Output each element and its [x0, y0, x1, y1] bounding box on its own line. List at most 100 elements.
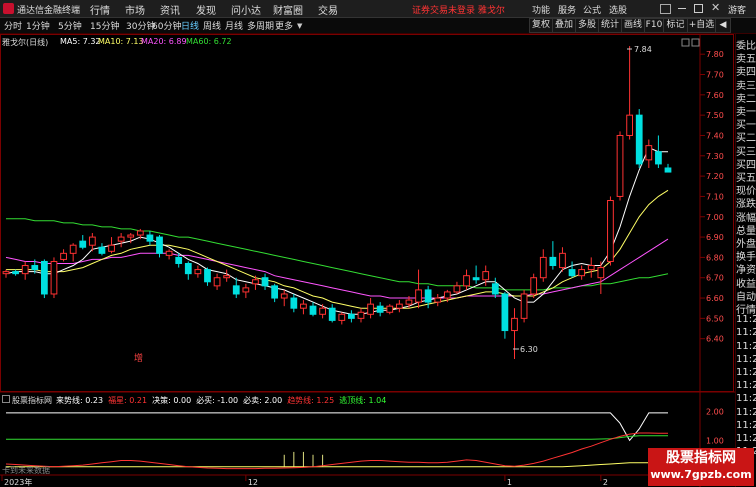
candlestick[interactable]	[242, 283, 250, 299]
candlestick[interactable]	[463, 269, 470, 290]
candlestick[interactable]	[232, 277, 240, 299]
candlestick[interactable]	[50, 257, 58, 299]
candlestick[interactable]	[290, 293, 298, 313]
candlestick[interactable]	[213, 273, 221, 290]
candlestick[interactable]	[12, 269, 19, 276]
menu-service[interactable]: 服务	[558, 3, 576, 16]
candlestick[interactable]	[40, 259, 48, 299]
side-panel-item[interactable]: 11:2	[736, 327, 756, 338]
candlestick[interactable]	[501, 291, 509, 339]
menu-formula[interactable]: 公式	[583, 3, 601, 16]
maximize-icon[interactable]	[694, 4, 703, 13]
candlestick[interactable]	[280, 289, 288, 307]
candlestick[interactable]	[319, 304, 326, 319]
candlestick[interactable]	[559, 247, 566, 272]
candlestick[interactable]	[338, 312, 346, 325]
minimize-icon[interactable]	[678, 8, 686, 9]
candlestick[interactable]	[587, 257, 595, 278]
candlestick[interactable]	[664, 163, 672, 173]
candlestick[interactable]	[309, 302, 317, 317]
menu-news[interactable]: 资讯	[160, 2, 180, 17]
close-icon[interactable]: ✕	[711, 1, 720, 14]
overlay-button[interactable]: 叠加	[552, 18, 576, 33]
candlestick[interactable]	[2, 269, 10, 278]
period-monthly[interactable]: 月线	[225, 19, 243, 32]
candlestick[interactable]	[184, 261, 192, 280]
kline-chart[interactable]: 7.80 7.70 7.60 7.50 7.40 7.30 7.20 7.10 7.00 6.90…	[0, 34, 735, 487]
candlestick[interactable]	[261, 273, 269, 290]
candlestick[interactable]	[69, 243, 77, 262]
add-watchlist-button[interactable]: +自选	[687, 18, 716, 33]
candlestick[interactable]	[357, 308, 365, 323]
indicator-name[interactable]: 股票指标网	[12, 396, 52, 405]
candlestick[interactable]	[108, 237, 115, 254]
layout-icon[interactable]	[660, 4, 671, 14]
candlestick[interactable]	[348, 310, 355, 323]
candlestick[interactable]	[635, 109, 643, 168]
f10-button[interactable]: F10	[644, 18, 664, 33]
candlestick[interactable]	[271, 283, 279, 303]
side-panel-item[interactable]: 11:2	[736, 354, 756, 365]
side-panel-item[interactable]: 11:2	[736, 420, 756, 431]
collapse-arrow-icon[interactable]: ◀	[715, 18, 731, 33]
candlestick[interactable]	[616, 131, 624, 201]
candlestick[interactable]	[300, 300, 307, 315]
side-panel-item[interactable]: 11:2	[736, 314, 756, 325]
candlestick[interactable]	[60, 249, 67, 262]
candlestick[interactable]	[146, 230, 154, 246]
indicator-settings-icon[interactable]	[2, 395, 10, 403]
candlestick[interactable]	[367, 298, 374, 319]
candlestick[interactable]	[453, 281, 461, 294]
candlestick[interactable]	[549, 241, 557, 270]
side-panel-item[interactable]: 11:2	[736, 341, 756, 352]
candlestick[interactable]	[395, 300, 403, 313]
candlestick[interactable]	[578, 265, 586, 280]
candlestick[interactable]	[520, 289, 528, 323]
menu-discover[interactable]: 发现	[196, 2, 216, 17]
candlestick[interactable]	[328, 304, 336, 323]
panel-close-icon[interactable]	[691, 38, 700, 47]
candlestick[interactable]	[655, 135, 662, 168]
statistics-button[interactable]: 统计	[598, 18, 622, 33]
candlestick[interactable]	[645, 139, 653, 168]
side-panel-item[interactable]: 11:2	[736, 393, 756, 404]
menu-function[interactable]: 功能	[532, 3, 550, 16]
period-5min[interactable]: 5分钟	[58, 19, 82, 32]
candlestick[interactable]	[597, 261, 605, 294]
chevron-down-icon[interactable]: ▼	[297, 22, 302, 30]
period-timeshare[interactable]: 分时	[4, 19, 22, 32]
candlestick[interactable]	[415, 269, 422, 309]
candlestick[interactable]	[98, 243, 106, 256]
candlestick[interactable]	[568, 261, 576, 278]
candlestick[interactable]	[530, 273, 538, 299]
candlestick[interactable]	[376, 302, 384, 317]
candlestick[interactable]	[223, 269, 231, 282]
menu-stock-pick[interactable]: 选股	[609, 3, 627, 16]
candlestick[interactable]	[472, 265, 480, 284]
period-60min[interactable]: 60分钟	[152, 19, 181, 32]
candlestick[interactable]	[626, 46, 634, 140]
period-daily[interactable]: 日线	[181, 19, 199, 32]
candlestick[interactable]	[165, 249, 173, 260]
candlestick[interactable]	[79, 235, 87, 250]
panel-settings-icon[interactable]	[681, 38, 690, 47]
side-panel-item[interactable]: 11:2	[736, 367, 756, 378]
candlestick[interactable]	[607, 196, 614, 266]
candlestick[interactable]	[21, 261, 29, 280]
side-panel-item[interactable]: 11:2	[736, 380, 756, 391]
menu-market[interactable]: 市场	[125, 2, 145, 17]
period-weekly[interactable]: 周线	[203, 19, 221, 32]
candlestick[interactable]	[511, 308, 518, 359]
side-panel-item[interactable]: 11:2	[736, 433, 756, 444]
menu-wealth-circle[interactable]: 财富圈	[273, 2, 303, 17]
menu-quotes[interactable]: 行情	[90, 2, 110, 17]
multi-stock-button[interactable]: 多股	[575, 18, 599, 33]
mark-button[interactable]: 标记	[663, 18, 688, 33]
period-multi[interactable]: 多周期	[247, 19, 274, 32]
candlestick[interactable]	[539, 249, 547, 282]
candlestick[interactable]	[491, 277, 499, 299]
draw-line-button[interactable]: 画线	[621, 18, 645, 33]
login-notice[interactable]: 证券交易未登录 雅戈尔	[412, 3, 505, 16]
candlestick[interactable]	[434, 293, 442, 307]
candlestick[interactable]	[117, 233, 125, 248]
